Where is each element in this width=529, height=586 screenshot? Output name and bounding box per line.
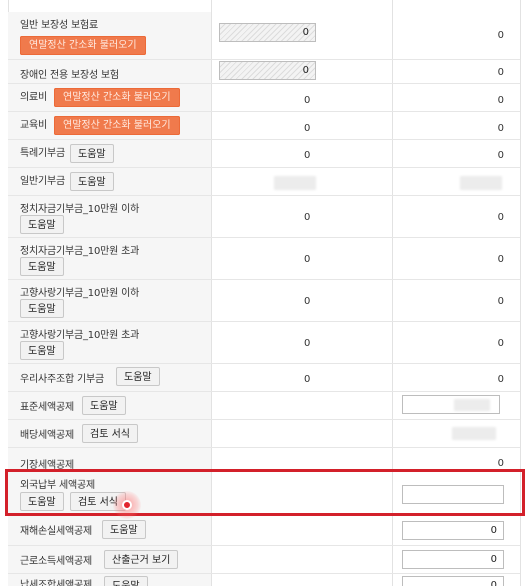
- blurred-value: [452, 427, 496, 440]
- amount-value: 0: [304, 338, 311, 349]
- help-button[interactable]: 도움말: [116, 367, 160, 386]
- amount-value: 0: [497, 150, 504, 161]
- amount-input[interactable]: 0: [402, 550, 504, 569]
- amount-value: 0: [304, 254, 311, 265]
- help-button[interactable]: 도움말: [70, 172, 114, 191]
- amount-value: 0: [497, 338, 504, 349]
- amount-value: 0: [497, 296, 504, 307]
- tax-credit-form: 일반 보장성 보험료 연말정산 간소화 불러오기 0 0 장애인 전용 보장성 …: [0, 0, 529, 586]
- row-taxpayer-union: 기장세액공제 0: [8, 448, 520, 471]
- amount-value: 0: [304, 374, 311, 385]
- amount-value: 0: [304, 296, 311, 307]
- load-simplified-button[interactable]: 연말정산 간소화 불러오기: [20, 36, 146, 55]
- amount-value: 0: [497, 458, 504, 469]
- row-disabled-insurance: 장애인 전용 보장성 보험 0 0: [8, 60, 520, 84]
- amount-value: 0: [304, 95, 311, 106]
- row-hometown-over: 고향사랑기부금_10만원 초과 도움말 0 0: [8, 322, 520, 364]
- row-label: 교육비: [20, 120, 47, 131]
- amount-input[interactable]: 0: [402, 521, 504, 540]
- row-label: 정치자금기부금_10만원 초과: [20, 246, 140, 257]
- amount-value: 0: [304, 212, 311, 223]
- help-button[interactable]: 도움말: [20, 341, 64, 360]
- amount-value: 0: [497, 67, 504, 78]
- amount-input[interactable]: 0: [219, 61, 316, 80]
- row-special-donation: 특례기부금 도움말 0 0: [8, 140, 520, 168]
- blurred-value: [454, 399, 490, 411]
- amount-value: 0: [497, 123, 504, 134]
- row-label: 장애인 전용 보장성 보험: [20, 70, 119, 81]
- row-standard-credit: 표준세액공제 도움말: [8, 392, 520, 420]
- amount-value: 0: [497, 95, 504, 106]
- row-hometown-under: 고향사랑기부금_10만원 이하 도움말 0 0: [8, 280, 520, 322]
- row-general-insurance: 일반 보장성 보험료 연말정산 간소화 불러오기 0 0: [8, 12, 520, 60]
- row-label: 정치자금기부금_10만원 이하: [20, 204, 140, 215]
- amount-input[interactable]: 0: [219, 23, 316, 42]
- amount-value: 0: [497, 30, 504, 41]
- help-button[interactable]: 도움말: [20, 257, 64, 276]
- row-label: 고향사랑기부금_10만원 이하: [20, 288, 140, 299]
- calc-basis-button[interactable]: 산출근거 보기: [104, 550, 179, 569]
- cursor-pointer: [122, 500, 132, 510]
- row-label: 의료비: [20, 92, 47, 103]
- review-form-button[interactable]: 검토 서식: [82, 424, 138, 443]
- load-simplified-button[interactable]: 연말정산 간소화 불러오기: [54, 116, 180, 135]
- help-button[interactable]: 도움말: [104, 576, 148, 586]
- row-label: 표준세액공제: [20, 402, 74, 413]
- help-button[interactable]: 도움말: [20, 299, 64, 318]
- row-political-under: 정치자금기부금_10만원 이하 도움말 0 0: [8, 196, 520, 238]
- row-disaster-loss: 재해손실세액공제 도움말 0: [8, 516, 520, 546]
- row-label: 재해손실세액공제: [20, 526, 92, 537]
- row-label: 우리사주조합 기부금: [20, 374, 104, 385]
- amount-value: 0: [497, 212, 504, 223]
- row-employee-stock: 우리사주조합 기부금 도움말 0 0: [8, 364, 520, 392]
- row-label: 일반기부금: [20, 176, 65, 187]
- amount-input[interactable]: 0: [402, 576, 504, 586]
- amount-value: 0: [304, 150, 311, 161]
- row-label: 특례기부금: [20, 148, 65, 159]
- help-button[interactable]: 도움말: [102, 520, 146, 539]
- row-label: 납세조합세액공제: [20, 580, 92, 586]
- amount-value: 0: [497, 254, 504, 265]
- help-button[interactable]: 도움말: [70, 144, 114, 163]
- row-earned-income: 근로소득세액공제 산출근거 보기 0: [8, 546, 520, 574]
- row-label: 배당세액공제: [20, 430, 74, 441]
- help-button[interactable]: 도움말: [82, 396, 126, 415]
- row-label: 일반 보장성 보험료: [20, 20, 98, 31]
- help-button[interactable]: 도움말: [20, 215, 64, 234]
- blurred-value: [274, 176, 316, 190]
- row-medical: 의료비 연말정산 간소화 불러오기 0 0: [8, 84, 520, 112]
- row-political-over: 정치자금기부금_10만원 초과 도움말 0 0: [8, 238, 520, 280]
- row-label: 고향사랑기부금_10만원 초과: [20, 330, 140, 341]
- load-simplified-button[interactable]: 연말정산 간소화 불러오기: [54, 88, 180, 107]
- highlight-box: [5, 469, 525, 516]
- amount-value: 0: [497, 374, 504, 385]
- amount-value: 0: [304, 123, 311, 134]
- row-tax-union: 납세조합세액공제 도움말 0: [8, 574, 520, 586]
- row-label: 근로소득세액공제: [20, 556, 92, 567]
- row-education: 교육비 연말정산 간소화 불러오기 0 0: [8, 112, 520, 140]
- row-dividend-credit: 배당세액공제 검토 서식: [8, 420, 520, 448]
- blurred-value: [460, 176, 502, 190]
- row-general-donation: 일반기부금 도움말: [8, 168, 520, 196]
